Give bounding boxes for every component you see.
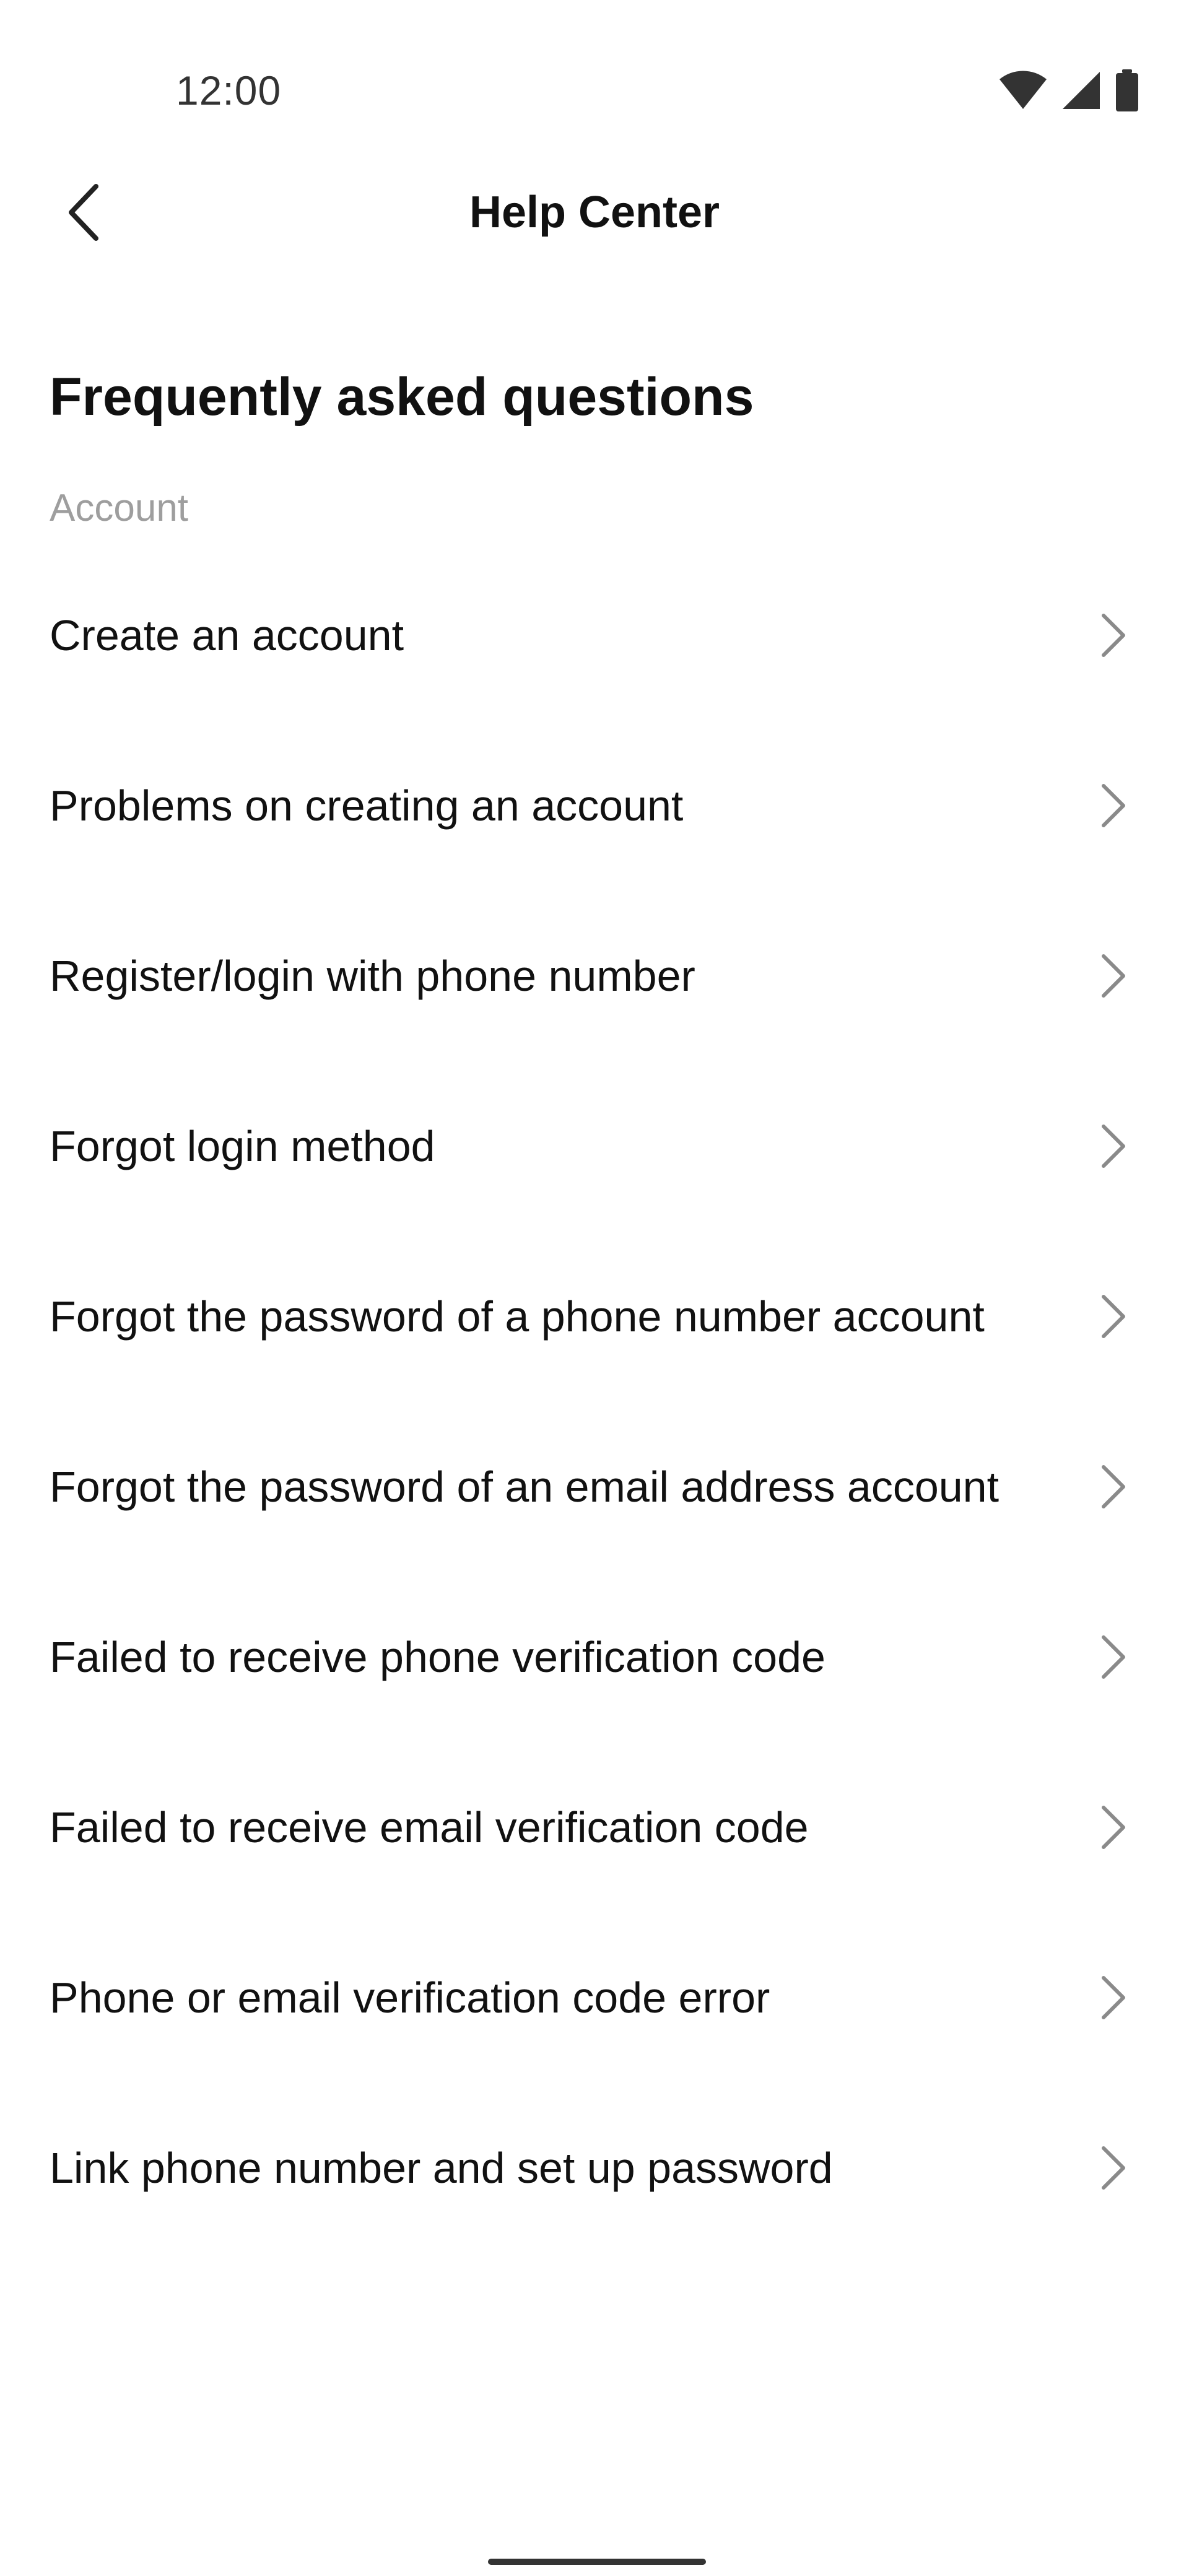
status-bar: 12:00 <box>0 0 1189 124</box>
faq-item-label: Forgot login method <box>50 1121 435 1170</box>
chevron-right-icon <box>1100 613 1127 658</box>
chevron-right-icon <box>1100 1464 1127 1509</box>
faq-item-label: Link phone number and set up password <box>50 2143 833 2192</box>
faq-heading: Frequently asked questions <box>50 367 754 427</box>
status-time: 12:00 <box>176 67 282 113</box>
faq-list: Create an account Problems on creating a… <box>0 550 1189 2253</box>
section-label-account: Account <box>50 487 189 529</box>
chevron-right-icon <box>1100 2146 1127 2190</box>
faq-item-forgot-login-method[interactable]: Forgot login method <box>0 1061 1189 1231</box>
faq-item-create-account[interactable]: Create an account <box>0 550 1189 720</box>
faq-item-link-phone-set-password[interactable]: Link phone number and set up password <box>0 2082 1189 2253</box>
faq-item-forgot-password-email[interactable]: Forgot the password of an email address … <box>0 1401 1189 1572</box>
gesture-nav-handle[interactable] <box>488 2559 706 2565</box>
chevron-right-icon <box>1100 1294 1127 1339</box>
faq-item-register-login-phone[interactable]: Register/login with phone number <box>0 890 1189 1061</box>
faq-item-verification-code-error[interactable]: Phone or email verification code error <box>0 1912 1189 2082</box>
faq-item-phone-code-not-received[interactable]: Failed to receive phone verification cod… <box>0 1572 1189 1742</box>
faq-item-label: Forgot the password of an email address … <box>50 1462 1000 1511</box>
faq-item-problems-creating-account[interactable]: Problems on creating an account <box>0 720 1189 890</box>
faq-item-label: Forgot the password of a phone number ac… <box>50 1292 985 1341</box>
chevron-right-icon <box>1100 1975 1127 2020</box>
chevron-right-icon <box>1100 1124 1127 1168</box>
faq-item-label: Problems on creating an account <box>50 781 684 830</box>
chevron-right-icon <box>1100 954 1127 998</box>
status-icons <box>998 69 1139 111</box>
faq-item-label: Phone or email verification code error <box>50 1973 770 2022</box>
faq-item-label: Register/login with phone number <box>50 951 695 1000</box>
faq-item-label: Failed to receive email verification cod… <box>50 1803 809 1852</box>
chevron-right-icon <box>1100 783 1127 828</box>
app-bar: Help Center <box>0 149 1189 279</box>
help-center-screen: 12:00 Help Center Frequently asked quest… <box>0 0 1189 2576</box>
battery-icon <box>1115 69 1139 111</box>
cellular-signal-icon <box>1061 71 1101 110</box>
wifi-icon <box>998 71 1048 110</box>
faq-item-label: Failed to receive phone verification cod… <box>50 1632 825 1681</box>
chevron-right-icon <box>1100 1805 1127 1850</box>
faq-item-email-code-not-received[interactable]: Failed to receive email verification cod… <box>0 1742 1189 1912</box>
chevron-right-icon <box>1100 1635 1127 1679</box>
faq-item-forgot-password-phone[interactable]: Forgot the password of a phone number ac… <box>0 1231 1189 1401</box>
page-title: Help Center <box>469 188 720 237</box>
faq-item-label: Create an account <box>50 611 404 659</box>
